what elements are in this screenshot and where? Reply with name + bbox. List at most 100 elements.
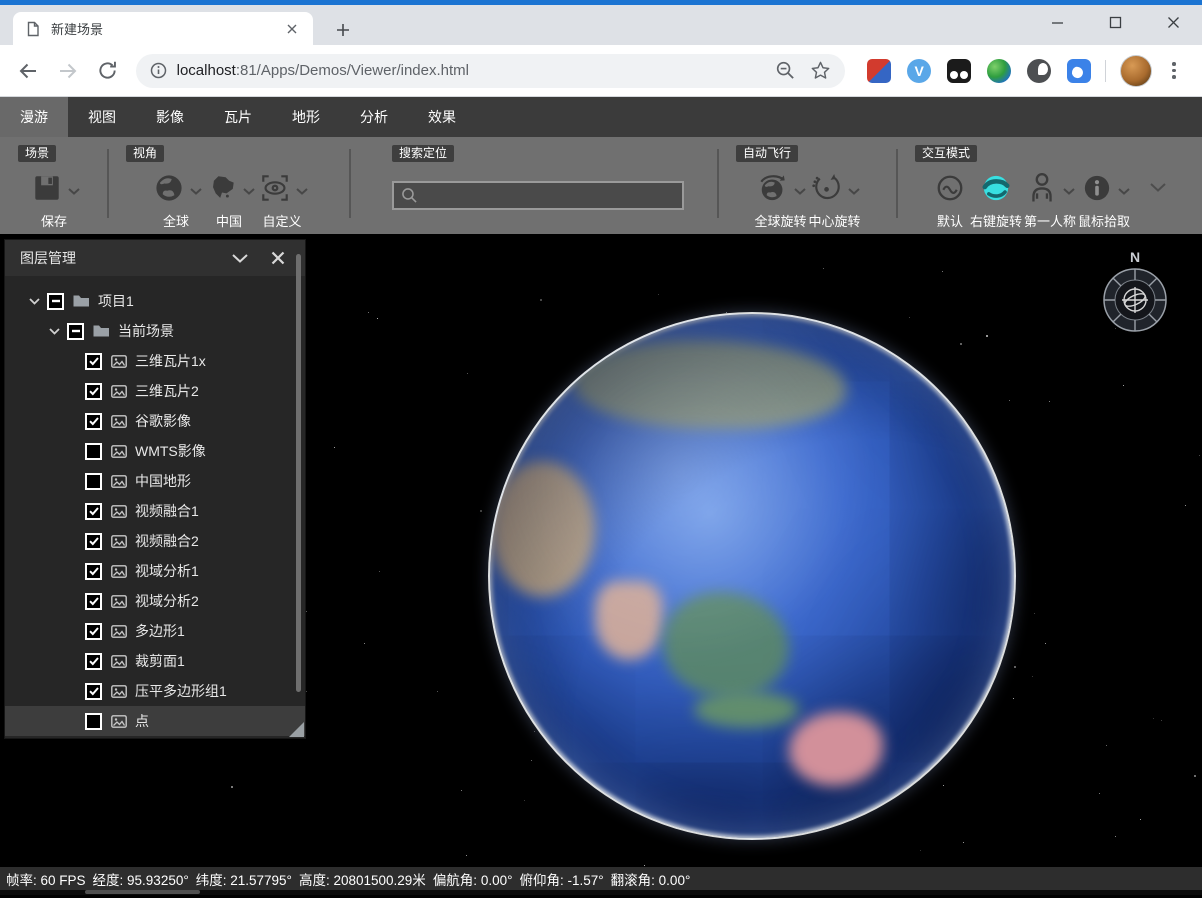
layer-visibility-checkbox[interactable] xyxy=(85,472,102,490)
menu-tab-analysis[interactable]: 分析 xyxy=(340,97,408,137)
menu-tab-terrain[interactable]: 地形 xyxy=(272,97,340,137)
chevron-down-icon[interactable] xyxy=(67,187,80,195)
minimize-button[interactable] xyxy=(1028,0,1086,45)
layer-tree-row[interactable]: 点 xyxy=(5,706,305,736)
horizontal-scrollbar-thumb[interactable] xyxy=(85,890,200,894)
center-rotate-button[interactable]: 中心旋转 xyxy=(809,168,861,230)
chevron-down-icon[interactable] xyxy=(295,187,308,195)
chevron-down-icon xyxy=(232,253,248,263)
layer-visibility-checkbox[interactable] xyxy=(85,562,102,580)
layer-tree-row[interactable]: 多边形1 xyxy=(5,616,305,646)
mouse-pick-button[interactable]: 鼠标拾取 xyxy=(1078,168,1130,230)
menu-tab-view[interactable]: 视图 xyxy=(68,97,136,137)
dark-circle-extension-icon[interactable] xyxy=(1027,58,1052,83)
group-autofly: 自动飞行 全球旋转 中心旋转 xyxy=(718,137,897,234)
green-globe-extension-icon[interactable] xyxy=(987,58,1012,83)
layer-visibility-checkbox[interactable] xyxy=(85,712,102,730)
layer-visibility-checkbox[interactable] xyxy=(85,682,102,700)
panel-scrollbar[interactable] xyxy=(296,254,301,692)
default-mode-button[interactable]: 默认 xyxy=(932,168,968,230)
blue-badge-extension-icon[interactable] xyxy=(1067,58,1092,83)
layer-tree-row[interactable]: 压平多边形组1 xyxy=(5,676,305,706)
layer-visibility-checkbox[interactable] xyxy=(85,352,102,370)
panel-collapse-button[interactable] xyxy=(228,246,252,270)
v-letter-extension-icon[interactable]: V xyxy=(907,58,932,83)
layer-visibility-checkbox[interactable] xyxy=(47,292,64,310)
china-view-button[interactable]: 中国 xyxy=(204,168,255,230)
back-button[interactable] xyxy=(11,54,45,88)
layer-panel-header[interactable]: 图层管理 xyxy=(5,240,305,276)
red-blue-cube-extension-icon[interactable] xyxy=(867,58,892,83)
layer-visibility-checkbox[interactable] xyxy=(85,502,102,520)
layer-tree-row[interactable]: 视频融合1 xyxy=(5,496,305,526)
chevron-down-icon[interactable] xyxy=(242,187,255,195)
chevron-down-icon[interactable] xyxy=(1063,187,1076,195)
maximize-button[interactable] xyxy=(1086,0,1144,45)
layer-tree-row[interactable]: WMTS影像 xyxy=(5,436,305,466)
menu-tab-imagery[interactable]: 影像 xyxy=(136,97,204,137)
layer-visibility-checkbox[interactable] xyxy=(85,382,102,400)
layer-tree-row[interactable]: 当前场景 xyxy=(5,316,305,346)
compass[interactable]: N xyxy=(1102,249,1168,338)
url-text[interactable]: localhost:81/Apps/Demos/Viewer/index.htm… xyxy=(177,62,469,79)
group-autofly-label: 自动飞行 xyxy=(736,145,799,162)
layer-tree-row[interactable]: 三维瓦片1x xyxy=(5,346,305,376)
first-person-button[interactable]: 第一人称 xyxy=(1024,168,1076,230)
chevron-down-icon[interactable] xyxy=(848,187,860,195)
layer-tree-row[interactable]: 视域分析1 xyxy=(5,556,305,586)
layer-tree-row[interactable]: 三维瓦片2 xyxy=(5,376,305,406)
chevron-down-icon[interactable] xyxy=(794,187,806,195)
layer-tree-row[interactable]: 项目1 xyxy=(5,286,305,316)
compass-north-label: N xyxy=(1129,249,1141,265)
panel-resize-grip[interactable] xyxy=(289,722,304,737)
forward-button[interactable] xyxy=(51,54,85,88)
earth-globe[interactable] xyxy=(488,312,1016,840)
layer-tree-row[interactable]: 中国地形 xyxy=(5,466,305,496)
menu-tab-tiles[interactable]: 瓦片 xyxy=(204,97,272,137)
save-button[interactable]: 保存 xyxy=(29,168,80,230)
tree-expand-chevron-icon[interactable] xyxy=(25,297,43,305)
zoom-out-icon[interactable] xyxy=(775,60,796,81)
layer-visibility-checkbox[interactable] xyxy=(67,322,84,340)
chevron-down-icon[interactable] xyxy=(1117,187,1130,195)
browser-tab[interactable]: 新建场景 xyxy=(13,12,313,45)
reload-button[interactable] xyxy=(91,54,125,88)
right-drag-rotate-label: 右键旋转 xyxy=(969,214,1022,229)
save-icon xyxy=(34,176,59,200)
url-bar[interactable]: localhost:81/Apps/Demos/Viewer/index.htm… xyxy=(135,53,846,88)
avatar[interactable] xyxy=(1120,54,1153,87)
layer-tree-row[interactable]: 视域分析2 xyxy=(5,586,305,616)
global-view-button[interactable]: 全球 xyxy=(151,168,202,230)
close-window-button[interactable] xyxy=(1144,0,1202,45)
info-icon[interactable] xyxy=(150,62,167,79)
menu-tab-roam[interactable]: 漫游 xyxy=(0,97,68,137)
default-mode-label: 默认 xyxy=(936,214,963,229)
right-drag-rotate-button[interactable]: 右键旋转 xyxy=(970,168,1022,230)
panel-close-button[interactable] xyxy=(266,246,290,270)
map-3d-viewport[interactable]: N 图层管理 项目1 当前场景 三维瓦片1x 三维瓦片2 谷歌影像 WMTS影像… xyxy=(0,234,1202,867)
global-rotate-button[interactable]: 全球旋转 xyxy=(754,168,807,230)
url-host: localhost xyxy=(176,62,236,79)
search-box[interactable] xyxy=(392,181,684,210)
kebab-menu-icon[interactable] xyxy=(1160,62,1188,79)
new-tab-button[interactable] xyxy=(330,17,356,43)
layer-tree-row[interactable]: 谷歌影像 xyxy=(5,406,305,436)
ribbon-collapse-chevron-icon[interactable] xyxy=(1150,183,1166,192)
menu-tab-effects[interactable]: 效果 xyxy=(408,97,476,137)
custom-view-button[interactable]: 自定义 xyxy=(257,168,308,230)
layer-visibility-checkbox[interactable] xyxy=(85,622,102,640)
tree-expand-chevron-icon[interactable] xyxy=(45,327,63,335)
chevron-down-icon[interactable] xyxy=(189,187,202,195)
compass-ring-icon[interactable] xyxy=(1102,267,1168,333)
layer-tree-row[interactable]: 裁剪面1 xyxy=(5,646,305,676)
layer-visibility-checkbox[interactable] xyxy=(85,532,102,550)
search-input[interactable] xyxy=(424,188,675,203)
layer-visibility-checkbox[interactable] xyxy=(85,412,102,430)
layer-visibility-checkbox[interactable] xyxy=(85,592,102,610)
layer-visibility-checkbox[interactable] xyxy=(85,442,102,460)
layer-tree-row[interactable]: 视频融合2 xyxy=(5,526,305,556)
two-dots-extension-icon[interactable] xyxy=(947,58,972,83)
star-icon[interactable] xyxy=(810,60,831,81)
tab-close-icon[interactable] xyxy=(283,20,301,38)
layer-visibility-checkbox[interactable] xyxy=(85,652,102,670)
